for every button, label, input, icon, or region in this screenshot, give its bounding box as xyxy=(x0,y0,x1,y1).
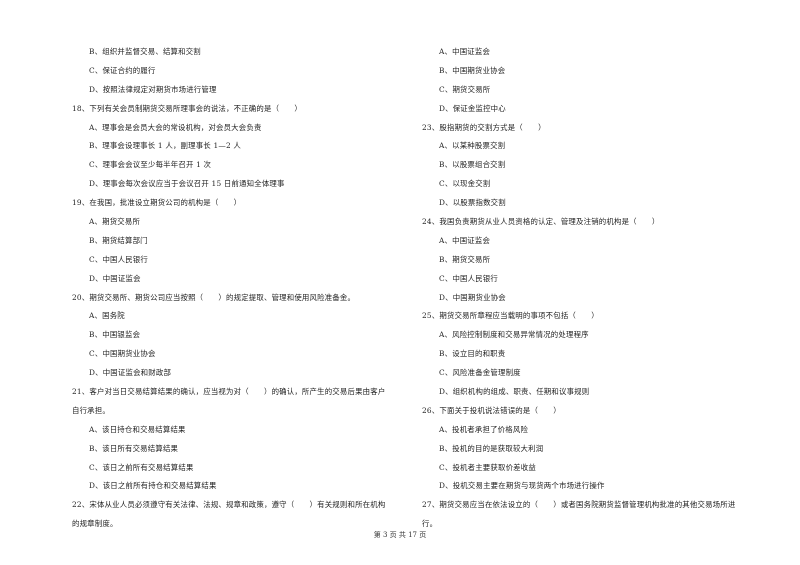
answer-option: A、中国证监会 xyxy=(439,235,491,245)
answer-option: A、风险控制制度和交易异常情况的处理程序 xyxy=(439,330,589,340)
answer-option: C、中国人民银行 xyxy=(439,273,498,283)
answer-option: B、组织并监督交易、结算和交割 xyxy=(89,47,201,56)
answer-option: C、中国人民银行 xyxy=(89,254,148,264)
answer-option: C、以现金交割 xyxy=(439,179,491,189)
question-stem: 27、期货交易应当在依法设立的（ ）或者国务院期货监督管理机构批准的其他交易场所… xyxy=(422,500,736,510)
answer-option: A、该日持仓和交易结算结果 xyxy=(89,424,186,434)
answer-option: D、中国证监会和财政部 xyxy=(89,368,172,378)
question-stem: 20、期货交易所、期货公司应当按照（ ）的规定提取、管理和使用风险准备金。 xyxy=(72,292,356,302)
answer-option: B、中国期货业协会 xyxy=(439,65,506,75)
answer-option: B、该日所有交易结算结果 xyxy=(89,443,179,453)
answer-option: C、理事会会议至少每半年召开 1 次 xyxy=(89,160,212,170)
question-stem: 25、期货交易所章程应当载明的事项不包括（ ） xyxy=(422,311,599,321)
answer-option: D、保证金监控中心 xyxy=(439,103,506,113)
answer-option: A、期货交易所 xyxy=(89,217,141,227)
answer-option: A、国务院 xyxy=(89,311,125,321)
answer-option: C、该日之前所有交易结算结果 xyxy=(89,462,194,472)
answer-option: D、理事会每次会议应当于会议召开 15 日前通知全体理事 xyxy=(89,179,285,189)
question-stem: 22、宋体从业人员必须遵守有关法律、法规、规章和政策，遵守（ ）有关规则和所在机… xyxy=(72,500,386,510)
answer-option: A、理事会是会员大会的常设机构，对会员大会负责 xyxy=(89,122,262,132)
answer-option: C、期货交易所 xyxy=(439,84,491,94)
answer-option: D、中国证监会 xyxy=(89,273,141,283)
answer-option: B、中国银监会 xyxy=(89,330,141,340)
answer-option: C、投机者主要获取价差收益 xyxy=(439,462,536,472)
answer-option: D、组织机构的组成、职责、任期和议事规则 xyxy=(439,387,590,397)
left-column: B、组织并监督交易、结算和交割 C、保证合约的履行 D、按照法律规定对期货市场进行管… xyxy=(72,43,412,534)
answer-option: D、投机交易主要在期货与现货两个市场进行操作 xyxy=(439,481,605,491)
question-stem: 19、在我国，批准设立期货公司的机构是（ ） xyxy=(72,198,242,208)
answer-option: B、以股票组合交割 xyxy=(439,160,506,170)
question-stem: 21、客户对当日交易结算结果的确认，应当视为对（ ）的确认，所产生的交易后果由客… xyxy=(72,387,386,397)
answer-option: B、期货交易所 xyxy=(439,254,491,264)
page-footer: 第 3 页 共 17 页 xyxy=(373,531,427,539)
answer-option: C、风险准备金管理制度 xyxy=(439,368,521,378)
answer-option: B、期货结算部门 xyxy=(89,235,148,245)
answer-option: B、理事会设理事长 1 人，副理事长 1—2 人 xyxy=(89,141,241,151)
answer-option: D、以股票指数交割 xyxy=(439,198,506,208)
question-stem: 26、下面关于投机说法错误的是（ ） xyxy=(422,405,561,415)
answer-option: C、保证合约的履行 xyxy=(89,65,156,75)
answer-option: A、投机者承担了价格风险 xyxy=(439,424,529,434)
question-stem: 18、下列有关会员制期货交易所理事会的说法，不正确的是（ ） xyxy=(72,103,302,113)
answer-option: B、投机的目的是获取较大利润 xyxy=(439,443,544,453)
answer-option: A、以某种股票交割 xyxy=(439,141,506,151)
right-column: A、中国证监会 B、中国期货业协会 C、期货交易所 D、保证金监控中心 23、股指期货的… xyxy=(422,43,762,534)
answer-option: C、中国期货业协会 xyxy=(89,349,156,359)
answer-option: A、中国证监会 xyxy=(439,47,491,56)
question-stem: 23、股指期货的交割方式是（ ） xyxy=(422,122,546,132)
answer-option: D、按照法律规定对期货市场进行管理 xyxy=(89,84,217,94)
answer-option: D、该日之前所有持仓和交易结算结果 xyxy=(89,481,217,491)
question-stem: 24、我国负责期货从业人员资格的认定、管理及注销的机构是（ ） xyxy=(422,217,660,227)
answer-option: D、中国期货业协会 xyxy=(439,292,506,302)
answer-option: B、设立目的和职责 xyxy=(439,349,506,359)
question-stem-continuation: 自行承担。 xyxy=(72,405,110,415)
